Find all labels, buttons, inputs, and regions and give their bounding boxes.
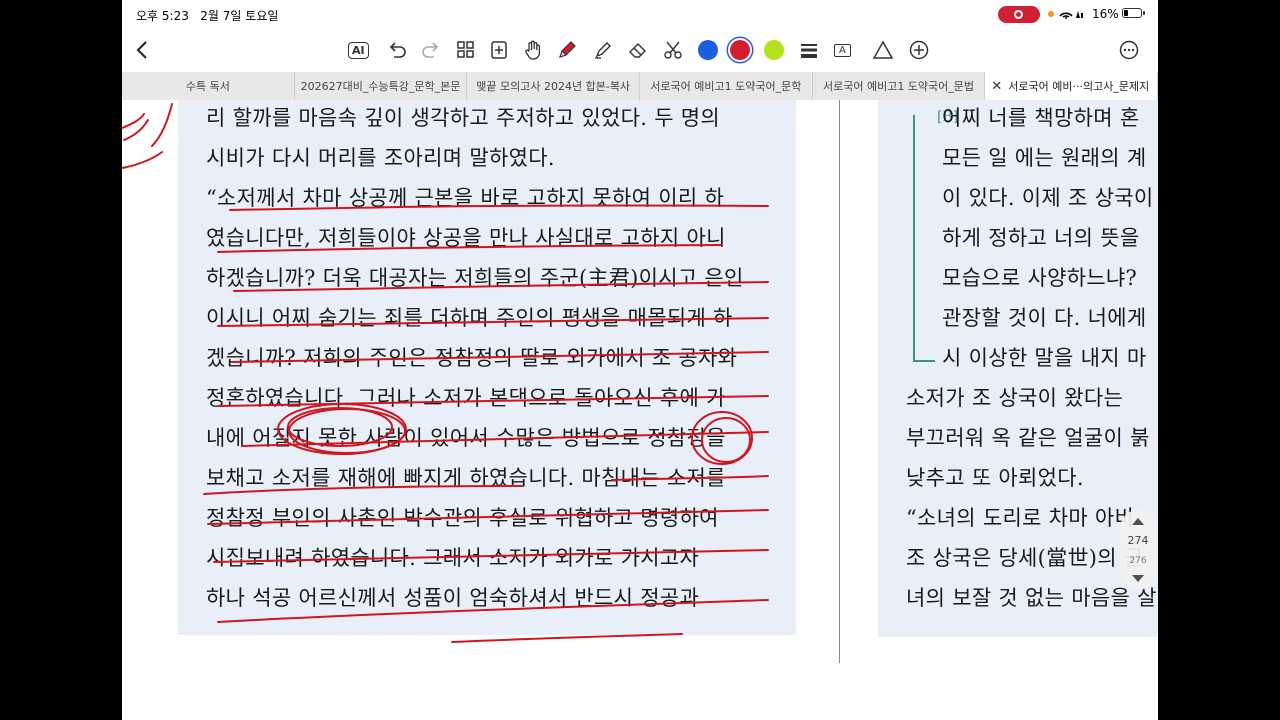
tab-label: 수특 독서 bbox=[185, 80, 230, 93]
screen-recording-icon[interactable] bbox=[998, 6, 1040, 23]
page-indicator[interactable]: 274 276 bbox=[1120, 510, 1156, 590]
text-line: 시 이상한 말을 내지 마 bbox=[942, 346, 1147, 370]
toolbar: AI A bbox=[122, 30, 1158, 70]
tab-1[interactable]: 202627대비_수능특강_문학_본문 bbox=[295, 72, 468, 100]
ai-icon[interactable]: AI bbox=[348, 38, 369, 62]
battery-icon bbox=[1122, 8, 1145, 18]
color-red[interactable] bbox=[730, 38, 750, 62]
more-icon[interactable] bbox=[1118, 38, 1140, 62]
page-up-icon[interactable] bbox=[1132, 518, 1144, 525]
page-right: [B] 어찌 너를 책망하며 혼 모든 일 에는 원래의 계 이 있다. 이제 … bbox=[878, 100, 1158, 637]
text-line: 조 상국은 당세(當世)의 군 bbox=[906, 546, 1144, 570]
ai-label: AI bbox=[348, 41, 369, 59]
text-line: 정참정 부인의 사촌인 박수관의 후실로 위협하고 명령하여 bbox=[206, 506, 719, 530]
tab-3[interactable]: 서로국어 예비고1 도약국어_문학 bbox=[640, 72, 813, 100]
tab-label: 서로국어 예비고1 도약국어_문법 bbox=[822, 80, 975, 93]
text-line: 모든 일 에는 원래의 계 bbox=[942, 146, 1147, 170]
text-line: 내에 어질지 못한 사람이 있어서 수많은 방법으로 정참정을 bbox=[206, 426, 726, 450]
tab-label: 서로국어 예비고1 도약국어_문학 bbox=[650, 80, 802, 93]
shape-icon[interactable] bbox=[872, 38, 894, 62]
document-view[interactable]: 리 할까를 마음속 깊이 생각하고 주저하고 있었다. 두 명의 시비가 다시 … bbox=[122, 100, 1158, 720]
hand-icon[interactable] bbox=[522, 38, 544, 62]
text-line: 낮추고 또 아뢰었다. bbox=[906, 466, 1084, 490]
text-line: 보채고 소저를 재해에 빠지게 하였습니다. 마침내는 소저를 bbox=[206, 466, 726, 490]
close-tab-icon[interactable]: ✕ bbox=[991, 79, 1002, 94]
add-icon[interactable] bbox=[908, 38, 930, 62]
pen-icon[interactable] bbox=[556, 38, 578, 62]
color-green[interactable] bbox=[764, 38, 784, 62]
tab-4[interactable]: 서로국어 예비고1 도약국어_문법 bbox=[813, 72, 986, 100]
text-line: 하겠습니까? 더욱 대공자는 저희들의 주군(主君)이시고 은인 bbox=[206, 266, 744, 290]
tab-0[interactable]: 수특 독서 bbox=[122, 72, 295, 100]
grid-icon[interactable] bbox=[455, 38, 477, 62]
text-box-label: A bbox=[834, 43, 851, 57]
mic-indicator-icon bbox=[1048, 11, 1054, 17]
text-line: 하나 석공 어르신께서 성품이 엄숙하셔서 반드시 정공과 bbox=[206, 586, 700, 610]
tab-label: 202627대비_수능특강_문학_본문 bbox=[300, 80, 461, 93]
back-icon[interactable] bbox=[132, 38, 154, 62]
text-line: 하게 정하고 너의 뜻을 bbox=[942, 226, 1140, 250]
text-line: 겠습니까? 저희의 주인은 정참정의 딸로 외가에서 조 공자와 bbox=[206, 346, 738, 370]
total-pages: 276 bbox=[1129, 556, 1147, 566]
signal-wifi-icon bbox=[1058, 7, 1086, 22]
document-tabs: 수특 독서 202627대비_수능특강_문학_본문 맺끝 모의고사 2024년 … bbox=[122, 72, 1158, 101]
redo-icon[interactable] bbox=[420, 38, 442, 62]
text-line: 리 할까를 마음속 깊이 생각하고 주저하고 있었다. 두 명의 bbox=[206, 106, 721, 130]
tab-label: 서로국어 예비···의고사_문제지 bbox=[1008, 80, 1150, 93]
color-blue[interactable] bbox=[698, 38, 718, 62]
tab-5-active[interactable]: ✕ 서로국어 예비···의고사_문제지 bbox=[985, 72, 1158, 100]
text-line: 이 있다. 이제 조 상국이 bbox=[942, 186, 1154, 210]
tab-2[interactable]: 맺끝 모의고사 2024년 합본-복사 bbox=[467, 72, 641, 100]
undo-icon[interactable] bbox=[386, 38, 408, 62]
status-time: 오후 5:23 2월 7일 토요일 bbox=[136, 9, 279, 23]
text-line: 시집보내려 하였습니다. 그래서 소저가 외가로 가시고자 bbox=[206, 546, 700, 570]
battery-percent: 16% bbox=[1092, 7, 1119, 21]
scissors-icon[interactable] bbox=[662, 38, 684, 62]
text-line: 였습니다만, 저희들이야 상공을 만나 사실대로 고하지 아니 bbox=[206, 226, 726, 250]
eraser-icon[interactable] bbox=[627, 38, 649, 62]
ipad-screen: 오후 5:23 2월 7일 토요일 16% AI A 수특 독서 202627대… bbox=[122, 0, 1158, 720]
text-line: 이시니 어찌 숨기는 죄를 더하며 주인의 평생을 매몰되게 하 bbox=[206, 306, 733, 330]
text-box-icon[interactable]: A bbox=[834, 38, 851, 62]
text-line: 관장할 것이 다. 너에게 bbox=[942, 306, 1147, 330]
status-bar: 오후 5:23 2월 7일 토요일 16% bbox=[122, 0, 1158, 28]
page-divider bbox=[839, 100, 840, 663]
text-line: 부끄러워 옥 같은 얼굴이 붉 bbox=[906, 426, 1150, 450]
tab-label: 맺끝 모의고사 2024년 합본-복사 bbox=[476, 80, 631, 93]
text-line: 모습으로 사양하느냐? bbox=[942, 266, 1138, 290]
text-line: 소저가 조 상국이 왔다는 bbox=[906, 386, 1124, 410]
add-page-icon[interactable] bbox=[488, 38, 510, 62]
text-line: 정혼하였습니다. 그러나 소저가 본댁으로 돌아오신 후에 가 bbox=[206, 386, 726, 410]
highlighter-icon[interactable] bbox=[592, 38, 614, 62]
text-line: “소녀의 도리로 차마 아비 bbox=[906, 506, 1135, 530]
text-line: 어찌 너를 책망하며 혼 bbox=[942, 106, 1140, 130]
current-page: 274 bbox=[1127, 534, 1149, 547]
text-line: 녀의 보잘 것 없는 마음을 살 bbox=[906, 586, 1157, 610]
text-line: “소저께서 차마 상공께 근본을 바로 고하지 못하여 이리 하 bbox=[206, 186, 725, 210]
page-left: 리 할까를 마음속 깊이 생각하고 주저하고 있었다. 두 명의 시비가 다시 … bbox=[178, 100, 796, 635]
bracket-b: [B] bbox=[913, 109, 958, 362]
text-line: 시비가 다시 머리를 조아리며 말하였다. bbox=[206, 146, 555, 170]
line-thickness-icon[interactable] bbox=[798, 38, 820, 62]
page-down-icon[interactable] bbox=[1132, 575, 1144, 582]
